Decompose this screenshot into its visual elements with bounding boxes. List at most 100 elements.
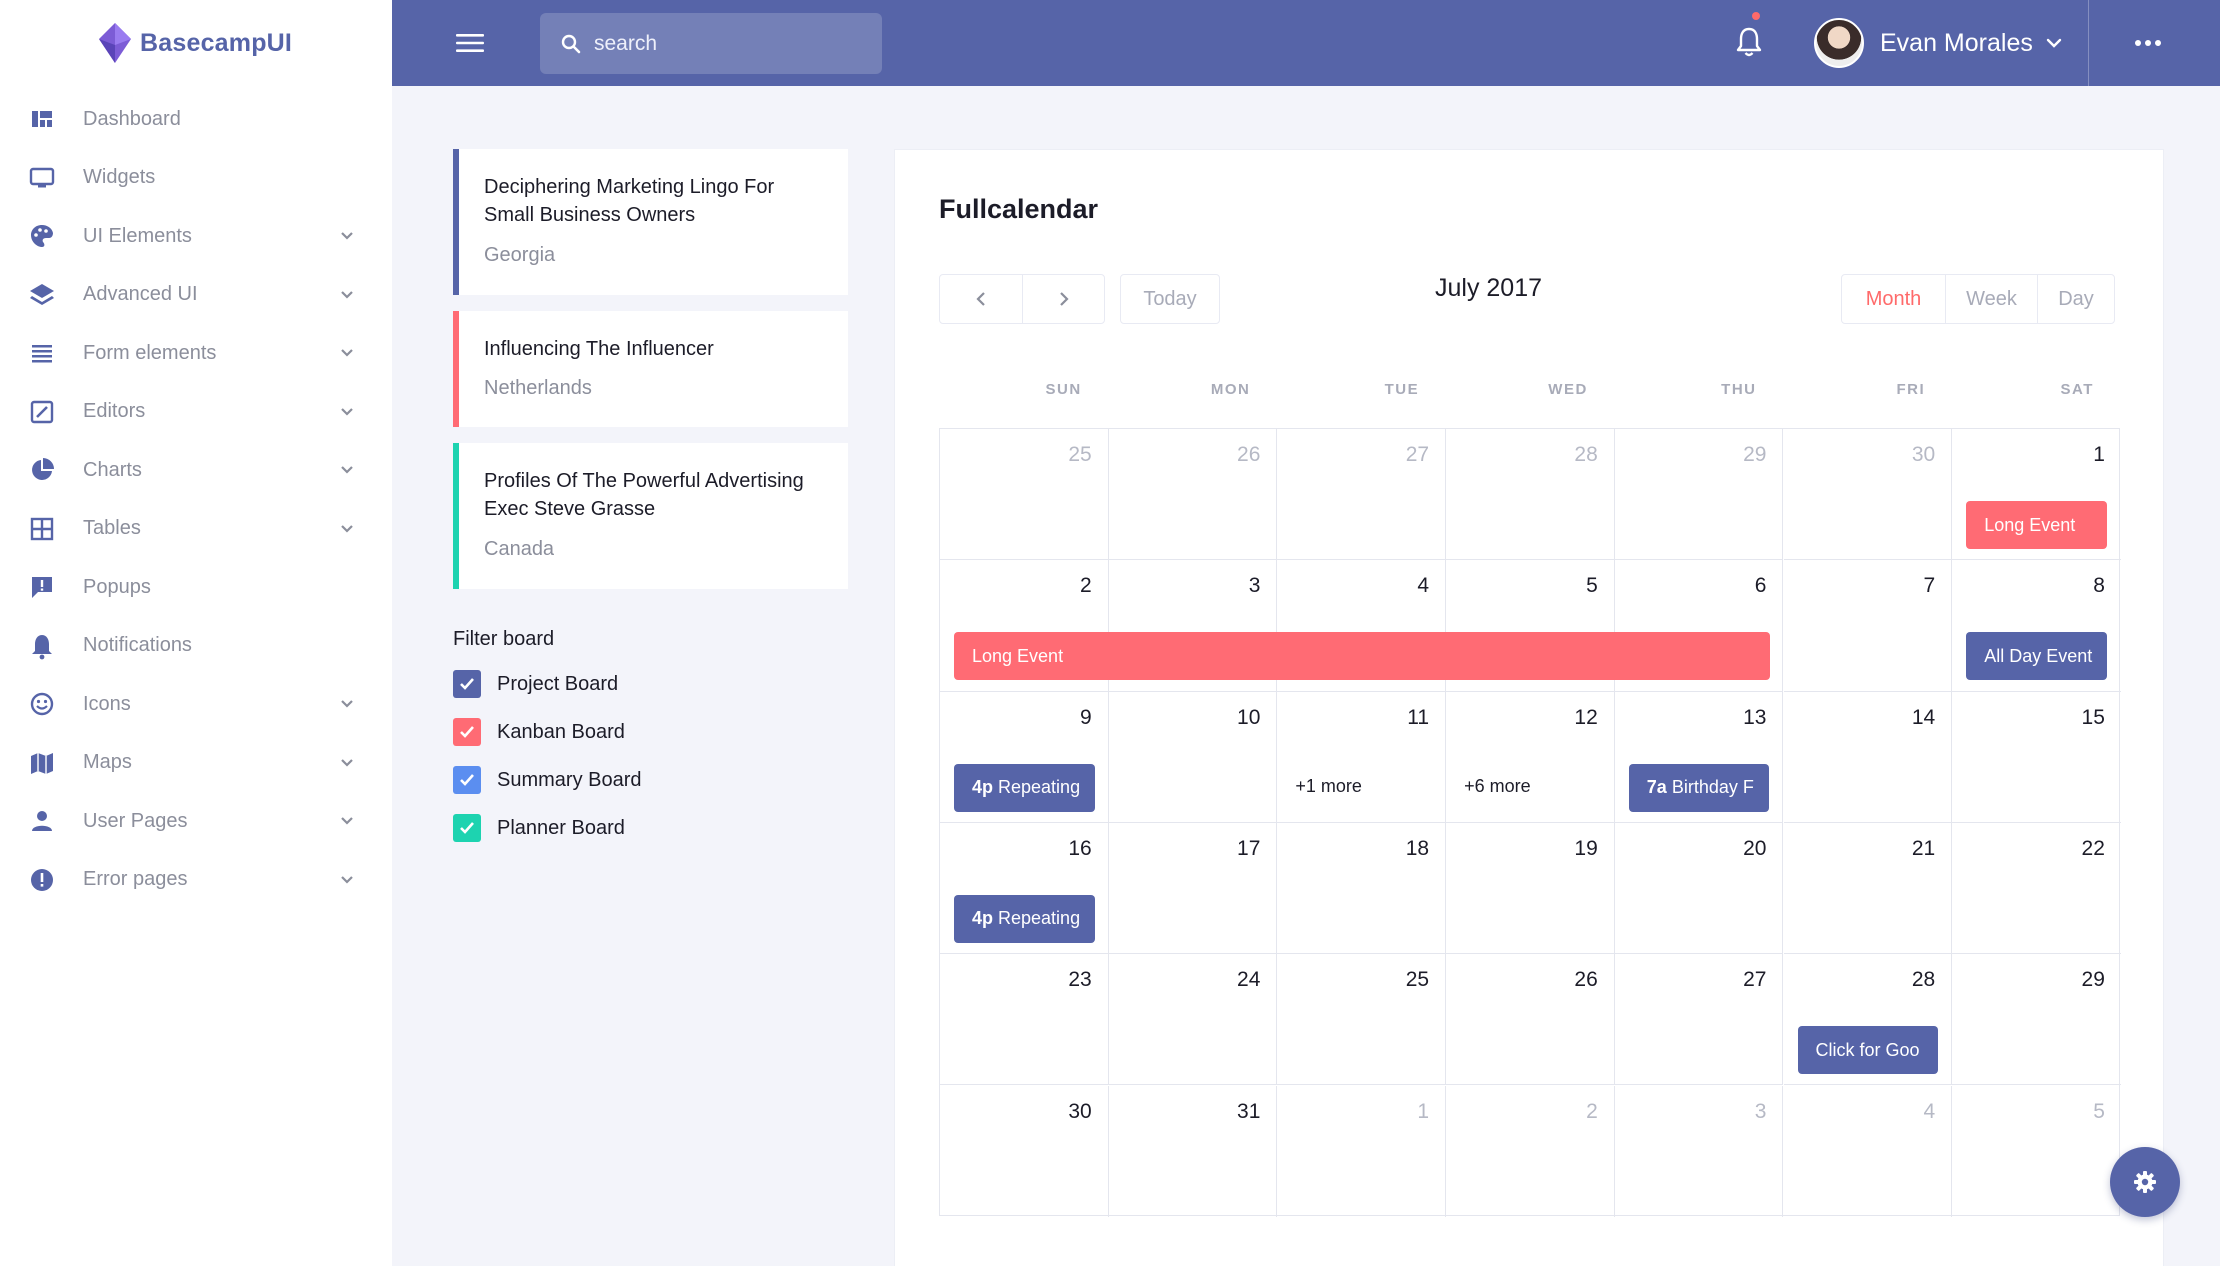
- day-cell[interactable]: 25: [940, 429, 1109, 561]
- day-cell[interactable]: 17: [1108, 822, 1278, 955]
- day-cell[interactable]: 28: [1446, 429, 1615, 561]
- day-number: 22: [2081, 836, 2105, 860]
- day-cell[interactable]: 25: [1277, 954, 1447, 1086]
- calendar-event[interactable]: 4p Repeating: [954, 763, 1095, 812]
- filter-label: Planner Board: [497, 816, 625, 839]
- sidebar-item-editors[interactable]: Editors: [0, 382, 392, 442]
- sidebar-item-popups[interactable]: Popups: [0, 557, 392, 617]
- day-cell[interactable]: 27: [1614, 954, 1784, 1086]
- sidebar-item-notifications[interactable]: Notifications: [0, 616, 392, 676]
- day-cell[interactable]: 29: [1952, 954, 2121, 1086]
- sidebar-item-widgets[interactable]: Widgets: [0, 148, 392, 208]
- day-cell[interactable]: 30: [1783, 429, 1953, 561]
- more-events-link[interactable]: +1 more: [1295, 776, 1362, 797]
- day-cell[interactable]: 14: [1783, 691, 1953, 823]
- brand-name: BasecampUI: [140, 28, 293, 57]
- day-cell[interactable]: 5: [1952, 1086, 2121, 1217]
- day-cell[interactable]: 29: [1614, 429, 1784, 561]
- hamburger-menu-icon[interactable]: [454, 28, 486, 58]
- event-title: All Day Event: [1984, 645, 2093, 666]
- today-button[interactable]: Today: [1121, 275, 1219, 323]
- sidebar-item-tables[interactable]: Tables: [0, 499, 392, 559]
- calendar-event[interactable]: All Day Event: [1966, 632, 2107, 681]
- user-icon: [28, 807, 56, 835]
- next-month-button[interactable]: [1022, 275, 1104, 323]
- day-number: 27: [1405, 443, 1430, 466]
- more-horizontal-icon[interactable]: [2128, 28, 2168, 58]
- sidebar-item-ui-elements[interactable]: UI Elements: [0, 206, 392, 266]
- sidebar-item-advanced-ui[interactable]: Advanced UI: [0, 265, 392, 325]
- day-cell[interactable]: 31: [1109, 1085, 1278, 1217]
- day-cell[interactable]: 21: [1783, 822, 1953, 955]
- day-cell[interactable]: 27: [1277, 429, 1447, 561]
- day-cell[interactable]: 12: [1446, 691, 1615, 823]
- sidebar-item-dashboard[interactable]: Dashboard: [0, 89, 392, 149]
- day-cell[interactable]: 26: [1446, 954, 1615, 1086]
- day-cell[interactable]: 18: [1277, 822, 1447, 955]
- day-cell[interactable]: 30: [940, 1085, 1109, 1217]
- view-week-button[interactable]: Week: [1945, 275, 2037, 323]
- user-menu[interactable]: Evan Morales: [1814, 17, 2065, 69]
- search-input[interactable]: [594, 13, 864, 74]
- day-cell[interactable]: 7: [1783, 560, 1953, 692]
- sidebar-item-user-pages[interactable]: User Pages: [0, 791, 392, 851]
- sidebar-item-label: UI Elements: [83, 224, 192, 247]
- sidebar-item-maps[interactable]: Maps: [0, 733, 392, 793]
- day-cell[interactable]: 2: [1446, 1085, 1615, 1217]
- calendar-event[interactable]: Long Event: [1966, 501, 2107, 549]
- settings-fab[interactable]: [2110, 1147, 2180, 1217]
- sidebar-item-icons[interactable]: Icons: [0, 674, 392, 734]
- article-card[interactable]: Deciphering Marketing Lingo For Small Bu…: [453, 149, 848, 295]
- user-name: Evan Morales: [1880, 28, 2033, 57]
- day-cell[interactable]: 22: [1952, 823, 2121, 955]
- sidebar-item-error-pages[interactable]: Error pages: [0, 850, 392, 910]
- calendar-event[interactable]: 7a Birthday F: [1628, 763, 1770, 812]
- day-number: 6: [1754, 574, 1767, 598]
- day-cell[interactable]: 1: [1277, 1085, 1447, 1217]
- calendar-event[interactable]: Long Event: [954, 632, 1770, 681]
- day-number: 2: [1080, 574, 1092, 598]
- day-cell[interactable]: 20: [1614, 822, 1784, 955]
- sidebar-item-form-elements[interactable]: Form elements: [0, 323, 392, 383]
- checkbox[interactable]: [453, 766, 481, 794]
- calendar-event[interactable]: Click for Goo: [1797, 1026, 1939, 1075]
- filter-label: Summary Board: [497, 768, 642, 791]
- smile-icon: [28, 690, 56, 718]
- filter-planner-board[interactable]: Planner Board: [453, 813, 625, 843]
- day-cell[interactable]: 10: [1108, 691, 1278, 823]
- sidebar-item-charts[interactable]: Charts: [0, 440, 392, 500]
- filter-kanban-board[interactable]: Kanban Board: [453, 717, 625, 747]
- view-month-button[interactable]: Month: [1842, 275, 1945, 323]
- day-number: 25: [1405, 968, 1430, 992]
- day-cell[interactable]: 3: [1615, 1085, 1784, 1217]
- prev-month-button[interactable]: [940, 275, 1022, 323]
- article-card[interactable]: Influencing The Influencer Netherlands: [453, 311, 848, 427]
- day-cell[interactable]: 19: [1446, 822, 1615, 955]
- event-title: Repeating: [998, 908, 1081, 929]
- filter-summary-board[interactable]: Summary Board: [453, 765, 642, 795]
- day-cell[interactable]: 11: [1277, 691, 1447, 823]
- day-of-week-header: THU: [1721, 381, 1757, 398]
- sidebar-item-label: Charts: [83, 458, 142, 481]
- bell-icon: [28, 632, 56, 660]
- view-day-button[interactable]: Day: [2037, 275, 2114, 323]
- checkbox[interactable]: [453, 670, 481, 698]
- day-cell[interactable]: 24: [1108, 954, 1278, 1086]
- chevron-down-icon: [2046, 38, 2062, 48]
- article-card[interactable]: Profiles Of The Powerful Advertising Exe…: [453, 443, 848, 589]
- search-box[interactable]: [540, 13, 882, 74]
- checkbox[interactable]: [453, 718, 481, 746]
- notifications-button[interactable]: [1732, 12, 1766, 60]
- sidebar-item-label: Dashboard: [83, 107, 181, 130]
- checkbox[interactable]: [453, 814, 481, 842]
- day-cell[interactable]: 4: [1784, 1085, 1953, 1217]
- brand[interactable]: BasecampUI: [0, 0, 392, 86]
- calendar-event[interactable]: 4p Repeating: [954, 894, 1095, 943]
- day-cell[interactable]: 23: [940, 954, 1109, 1086]
- day-number: 21: [1911, 836, 1936, 860]
- more-events-link[interactable]: +6 more: [1464, 776, 1531, 797]
- filter-project-board[interactable]: Project Board: [453, 669, 618, 699]
- day-cell[interactable]: 15: [1952, 692, 2121, 823]
- filter-board-title: Filter board: [453, 628, 555, 650]
- day-cell[interactable]: 26: [1108, 429, 1278, 561]
